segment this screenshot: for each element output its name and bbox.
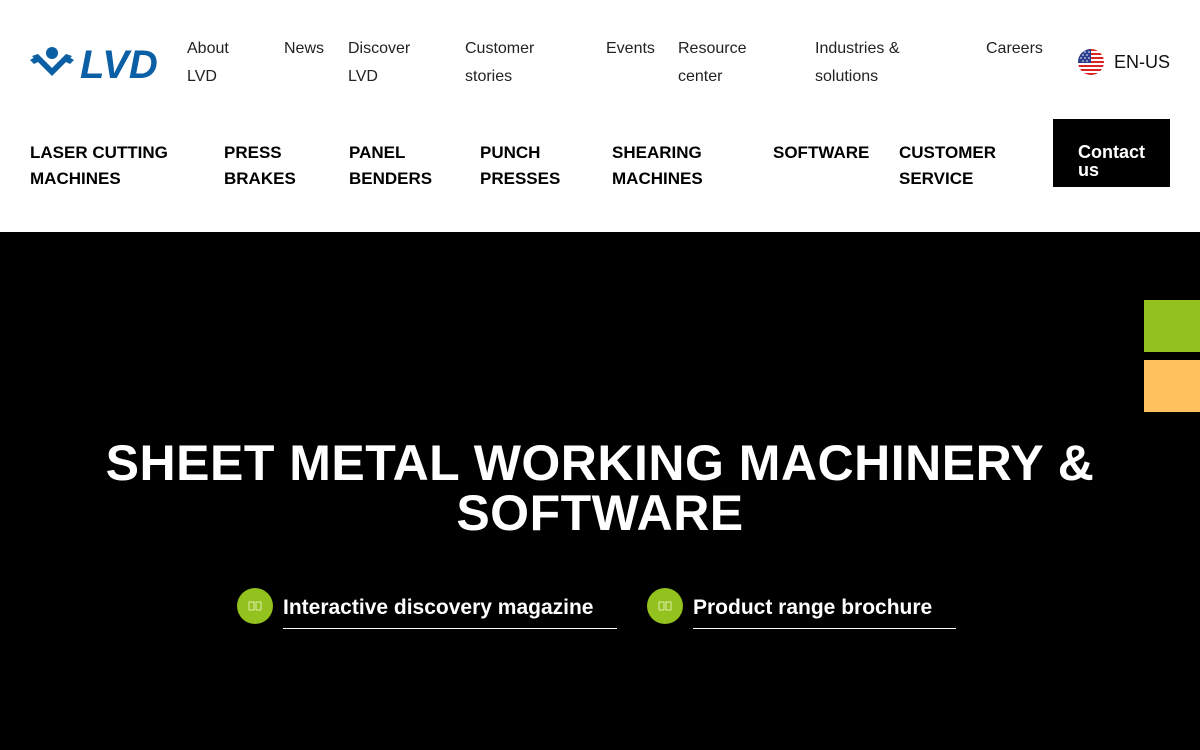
hero-link-label: Interactive discovery magazine [283, 593, 618, 629]
side-tab-orange[interactable] [1144, 360, 1200, 412]
main-nav-label: PANEL [349, 143, 406, 162]
main-nav-press-brakes[interactable]: PRESS BRAKES [224, 140, 296, 192]
side-tab-green[interactable] [1144, 300, 1200, 352]
main-nav-label: MACHINES [612, 169, 703, 188]
main-nav-label: SERVICE [899, 169, 974, 188]
lvd-logo[interactable]: LVD [30, 44, 190, 82]
hero-link-label: Product range brochure [693, 593, 957, 629]
main-nav-label: SHEARING [612, 143, 702, 162]
us-flag-icon [1078, 49, 1104, 75]
main-nav-label: CUSTOMER [899, 143, 996, 162]
main-nav-shearing-machines[interactable]: SHEARING MACHINES [612, 140, 703, 192]
main-nav-software[interactable]: SOFTWARE [773, 140, 869, 166]
top-nav-label: LVD [348, 68, 378, 85]
language-selector[interactable]: EN-US [1078, 48, 1170, 76]
main-nav-label: BENDERS [349, 169, 433, 188]
top-nav-label: Resource [678, 40, 747, 57]
hero-title-line: SOFTWARE [456, 485, 744, 541]
language-label: EN-US [1114, 51, 1171, 72]
top-nav-label: LVD [187, 68, 217, 85]
top-nav-label: Discover [348, 40, 411, 57]
main-nav-label: PRESS [224, 143, 282, 162]
top-nav-about-lvd[interactable]: About LVD [187, 35, 229, 91]
top-nav-careers[interactable]: Careers [986, 35, 1043, 63]
book-icon [237, 588, 273, 624]
contact-us-button[interactable]: Contact us [1053, 119, 1170, 187]
main-nav-label: MACHINES [30, 169, 121, 188]
main-nav-label: PUNCH [480, 143, 541, 162]
top-nav-discover-lvd[interactable]: Discover LVD [348, 35, 410, 91]
main-nav-label: LASER CUTTING [30, 143, 168, 162]
product-range-brochure-link[interactable]: Product range brochure [647, 588, 957, 629]
top-nav-events[interactable]: Events [606, 35, 655, 63]
main-nav-label: PRESSES [480, 169, 561, 188]
contact-label: Contact [1078, 142, 1145, 162]
svg-text:LVD: LVD [80, 44, 158, 82]
lvd-logo-icon: LVD [30, 44, 158, 82]
top-nav-label: Customer [465, 40, 535, 57]
top-nav-label: About [187, 40, 229, 57]
hero-section: SHEET METAL WORKING MACHINERY & SOFTWARE… [0, 232, 1200, 750]
main-nav-customer-service[interactable]: CUSTOMER SERVICE [899, 140, 996, 192]
main-nav-label: BRAKES [224, 169, 296, 188]
top-nav-customer-stories[interactable]: Customer stories [465, 35, 534, 91]
top-nav-industries-solutions[interactable]: Industries & solutions [815, 35, 899, 91]
book-icon [647, 588, 683, 624]
main-nav-label: SOFTWARE [773, 143, 870, 162]
top-nav-news[interactable]: News [284, 35, 324, 63]
hero-title-line: SHEET METAL WORKING MACHINERY & [105, 435, 1095, 491]
top-nav-label: stories [465, 68, 513, 85]
main-nav-laser-cutting-machines[interactable]: LASER CUTTING MACHINES [30, 140, 168, 192]
top-nav-label: center [678, 68, 723, 85]
interactive-discovery-magazine-link[interactable]: Interactive discovery magazine [237, 588, 618, 629]
top-nav-label: Industries & [815, 40, 900, 57]
top-nav-resource-center[interactable]: Resource center [678, 35, 746, 91]
hero-title: SHEET METAL WORKING MACHINERY & SOFTWARE [0, 438, 1200, 538]
top-nav-label: Events [606, 40, 655, 57]
main-nav-punch-presses[interactable]: PUNCH PRESSES [480, 140, 560, 192]
contact-label: us [1078, 160, 1100, 180]
main-nav-panel-benders[interactable]: PANEL BENDERS [349, 140, 432, 192]
site-header: LVD About LVD News Discover LVD Customer st… [0, 0, 1200, 232]
top-nav-label: Careers [986, 40, 1043, 57]
top-nav-label: News [284, 40, 325, 57]
top-nav-label: solutions [815, 68, 879, 85]
